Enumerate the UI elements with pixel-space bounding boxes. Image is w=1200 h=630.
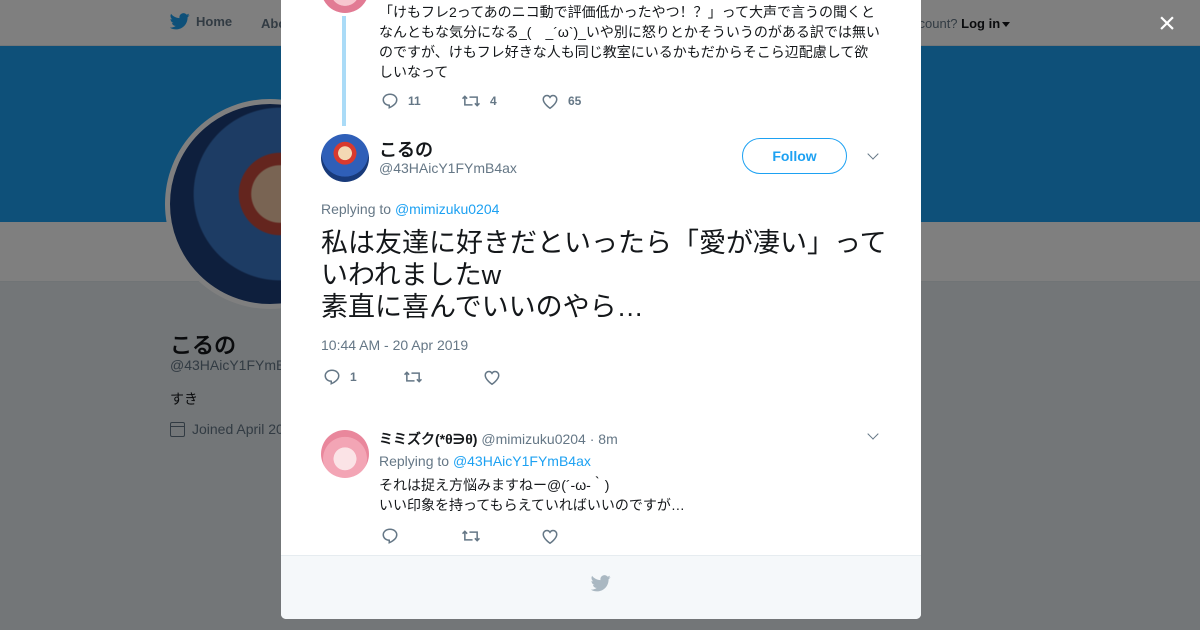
- reply-tweet-avatar[interactable]: [321, 430, 369, 478]
- reply-tweet-actions: [381, 527, 588, 545]
- like-icon: [484, 370, 500, 385]
- previous-tweet-actions: 11 4 65: [381, 92, 588, 110]
- like-icon: [542, 94, 558, 109]
- retweet-icon: [461, 530, 481, 542]
- reply-tweet-replying-to: Replying to @43HAicY1FYmB4ax: [379, 453, 591, 469]
- main-tweet-avatar[interactable]: [321, 134, 369, 182]
- chevron-down-icon[interactable]: [866, 429, 880, 443]
- chevron-down-icon[interactable]: [866, 149, 880, 163]
- reply-tweet-text: それは捉え方悩みますねー@(´-ω-｀) いい印象を持ってもらえていればいいので…: [379, 477, 685, 513]
- main-tweet-name[interactable]: こるの: [379, 136, 433, 162]
- main-tweet-text: 私は友達に好きだといったら「愛が凄い」っていわれましたw 素直に喜んでいいのやら…: [321, 228, 887, 322]
- like-button[interactable]: [541, 528, 588, 545]
- main-tweet-handle[interactable]: @43HAicY1FYmB4ax: [379, 160, 517, 176]
- replying-prefix: Replying to: [379, 453, 450, 469]
- replying-to-link[interactable]: @mimizuku0204: [395, 201, 499, 217]
- retweet-button[interactable]: [461, 527, 541, 545]
- replying-prefix: Replying to: [321, 201, 392, 217]
- retweet-button[interactable]: 4: [461, 92, 541, 110]
- modal-footer: [281, 555, 921, 619]
- reply-button[interactable]: [381, 527, 461, 545]
- replying-to-link[interactable]: @43HAicY1FYmB4ax: [453, 453, 591, 469]
- reply-tweet-time[interactable]: · 8m: [590, 431, 618, 447]
- reply-tweet-handle[interactable]: @mimizuku0204: [481, 431, 585, 447]
- retweet-button[interactable]: [403, 368, 483, 386]
- reply-button[interactable]: 1: [323, 368, 403, 386]
- reply-icon: [324, 369, 340, 385]
- main-tweet-actions: 1: [323, 368, 530, 386]
- twitter-bird-icon: [591, 575, 611, 592]
- previous-tweet-avatar[interactable]: [321, 0, 369, 13]
- reply-count: 11: [408, 94, 421, 108]
- tweet-modal: 「けもフレ2ってあのニコ動で評価低かったやつ！？」って大声で言うの聞くとなんとも…: [281, 0, 921, 619]
- close-icon[interactable]: ×: [1154, 9, 1180, 39]
- main-tweet-timestamp[interactable]: 10:44 AM - 20 Apr 2019: [321, 337, 468, 353]
- reply-button[interactable]: 11: [381, 92, 461, 110]
- thread-connector-line: [342, 16, 346, 126]
- reply-tweet-header: ミミズク(*θ∋θ) @mimizuku0204 · 8m: [379, 429, 618, 449]
- retweet-icon: [461, 95, 481, 107]
- reply-tweet-name[interactable]: ミミズク(*θ∋θ): [379, 431, 477, 447]
- main-tweet-replying-to: Replying to @mimizuku0204: [321, 201, 499, 217]
- like-button[interactable]: 65: [541, 93, 588, 110]
- like-button[interactable]: [483, 369, 530, 386]
- like-icon: [542, 529, 558, 544]
- retweet-count: 4: [490, 94, 497, 108]
- reply-count: 1: [350, 370, 357, 384]
- reply-icon: [382, 93, 398, 109]
- reply-icon: [382, 528, 398, 544]
- retweet-icon: [403, 371, 423, 383]
- follow-button[interactable]: Follow: [742, 138, 847, 174]
- previous-tweet-text: 「けもフレ2ってあのニコ動で評価低かったやつ！？」って大声で言うの聞くとなんとも…: [379, 4, 880, 80]
- like-count: 65: [568, 94, 582, 108]
